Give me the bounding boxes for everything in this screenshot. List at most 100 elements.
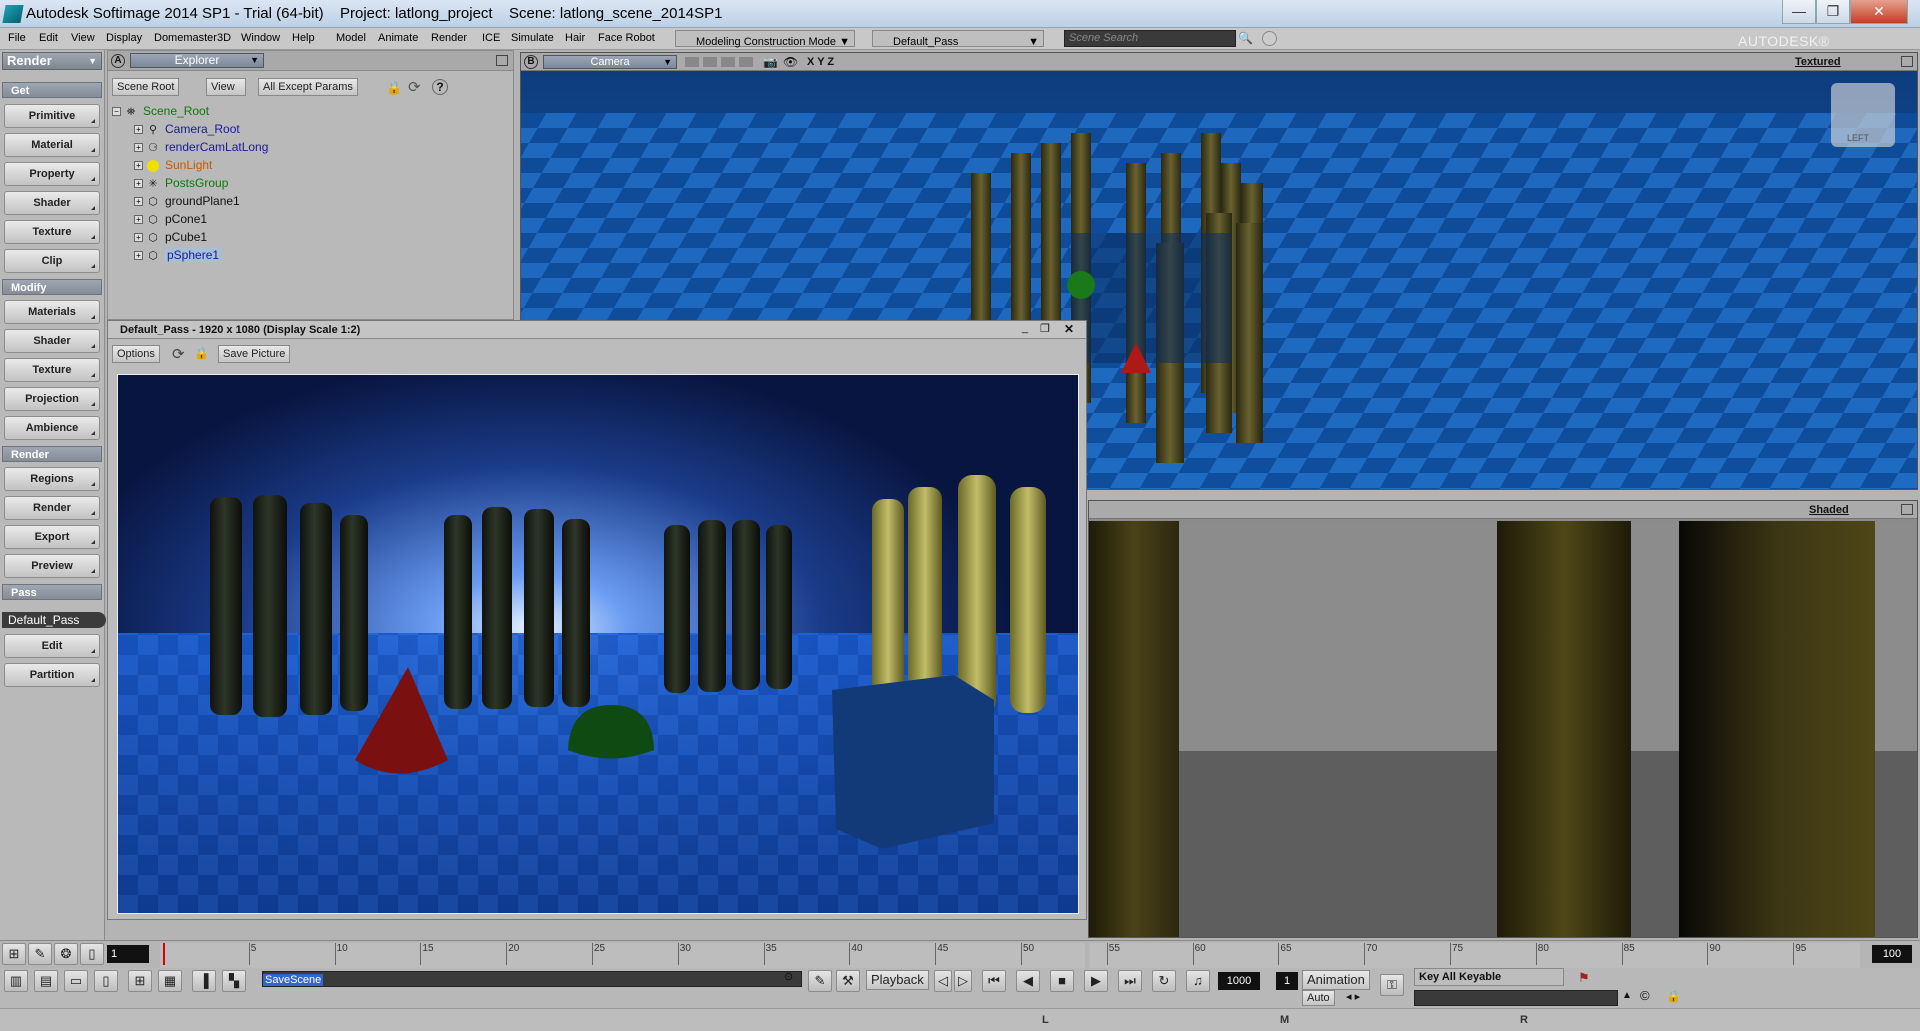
save-picture-button[interactable]: Save Picture: [218, 345, 291, 363]
options-button[interactable]: Options: [112, 345, 160, 363]
menu-model[interactable]: Model: [336, 32, 366, 44]
expand-icon[interactable]: +: [134, 161, 143, 171]
command-line-input[interactable]: SaveScene: [262, 971, 802, 987]
layout-7-icon[interactable]: ▐: [192, 970, 216, 992]
auto-key-button[interactable]: Auto: [1302, 990, 1335, 1006]
tree-item-psphere1[interactable]: + ⬡ pSphere1: [134, 247, 222, 264]
menu-help[interactable]: Help: [292, 32, 315, 44]
expand-icon[interactable]: +: [134, 143, 143, 153]
fps-field[interactable]: 1000: [1218, 972, 1260, 990]
lock-icon[interactable]: 🔒: [194, 346, 209, 360]
viewport-toolbar-icons[interactable]: [685, 57, 755, 67]
display-mode-textured[interactable]: Textured: [1795, 56, 1841, 68]
refresh-icon[interactable]: ⟳: [172, 345, 185, 363]
keying-set-field[interactable]: Key All Keyable: [1414, 968, 1564, 986]
expand-icon[interactable]: +: [134, 125, 143, 135]
axes-label[interactable]: X Y Z: [807, 56, 834, 68]
command-history-icon[interactable]: ⊙: [784, 970, 793, 983]
display-mode-shaded[interactable]: Shaded: [1809, 504, 1849, 516]
tree-item-groundplane1[interactable]: + ⬡ groundPlane1: [134, 193, 240, 210]
maximize-pane-icon[interactable]: [1901, 504, 1913, 515]
ambience-button[interactable]: Ambience: [4, 416, 100, 440]
explorer-view-button[interactable]: View: [206, 78, 246, 96]
paint-tool-icon[interactable]: ✎: [28, 943, 52, 965]
eye-icon[interactable]: 👁: [783, 55, 798, 69]
scope-dropdown[interactable]: Scene Root: [112, 78, 180, 96]
expand-icon[interactable]: +: [134, 233, 143, 243]
first-frame-icon[interactable]: ⏮: [982, 970, 1006, 992]
layout-8-icon[interactable]: ▚: [222, 970, 246, 992]
menu-face-robot[interactable]: Face Robot: [598, 32, 655, 44]
playhead[interactable]: [163, 943, 165, 965]
current-pass-field[interactable]: Default_Pass: [2, 612, 106, 628]
menu-window[interactable]: Window: [241, 32, 280, 44]
projection-button[interactable]: Projection: [4, 387, 100, 411]
clip-button[interactable]: Clip: [4, 249, 100, 273]
filter-dropdown[interactable]: All Except Params: [258, 78, 358, 96]
tree-item-postsgroup[interactable]: + ✳ PostsGroup: [134, 175, 228, 192]
maximize-button[interactable]: ❐: [1816, 0, 1850, 24]
close-button[interactable]: ✕: [1850, 0, 1908, 24]
regions-button[interactable]: Regions: [4, 467, 100, 491]
render-button[interactable]: Render: [4, 496, 100, 520]
menu-animate[interactable]: Animate: [378, 32, 418, 44]
layout-5-icon[interactable]: ⊞: [128, 970, 152, 992]
loop-icon[interactable]: ↻: [1152, 970, 1176, 992]
menu-ice[interactable]: ICE: [482, 32, 500, 44]
module-selector[interactable]: Render ▼: [2, 52, 102, 70]
modify-texture-button[interactable]: Texture: [4, 358, 100, 382]
maximize-pane-icon[interactable]: [496, 55, 508, 66]
stop-icon[interactable]: ■: [1050, 970, 1074, 992]
keying-icon[interactable]: ⚑: [1578, 970, 1590, 986]
expand-icon[interactable]: +: [134, 215, 143, 225]
menu-view[interactable]: View: [71, 32, 95, 44]
modify-shader-button[interactable]: Shader: [4, 329, 100, 353]
tree-item-pcube1[interactable]: + ⬡ pCube1: [134, 229, 207, 246]
shader-button[interactable]: Shader: [4, 191, 100, 215]
current-frame-field[interactable]: 1: [107, 945, 149, 963]
tree-item-scene-root[interactable]: − ⛯ Scene_Root: [112, 103, 209, 120]
chevron-up-icon[interactable]: ▲: [1622, 990, 1632, 1001]
primitive-button[interactable]: Primitive: [4, 104, 100, 128]
layout-3-icon[interactable]: ▭: [64, 970, 88, 992]
layout-6-icon[interactable]: ▦: [158, 970, 182, 992]
next-key-icon[interactable]: ▷: [954, 970, 972, 992]
layout-4-icon[interactable]: ▯: [94, 970, 118, 992]
layout-2-icon[interactable]: ▤: [34, 970, 58, 992]
viewport-letter-a[interactable]: A: [111, 54, 125, 68]
briefcase-icon[interactable]: ⚒: [836, 970, 860, 992]
menu-display[interactable]: Display: [106, 32, 142, 44]
menu-render[interactable]: Render: [431, 32, 467, 44]
lock-icon[interactable]: 🔒: [1666, 989, 1681, 1003]
menu-simulate[interactable]: Simulate: [511, 32, 554, 44]
tree-item-sunlight[interactable]: + SunLight: [134, 157, 212, 174]
script-icon[interactable]: ✎: [808, 970, 832, 992]
menu-domemaster3d[interactable]: Domemaster3D: [154, 32, 231, 44]
prev-key-icon[interactable]: ◁: [934, 970, 952, 992]
scene-search-input[interactable]: Scene Search: [1064, 30, 1236, 47]
viewport-letter-b[interactable]: B: [524, 55, 538, 69]
clear-search-icon[interactable]: [1262, 31, 1277, 46]
menu-file[interactable]: File: [8, 32, 26, 44]
preview-button[interactable]: Preview: [4, 554, 100, 578]
select-tool-icon[interactable]: ⊞: [2, 943, 26, 965]
layout-1-icon[interactable]: ▥: [4, 970, 28, 992]
minimize-icon[interactable]: _: [1022, 322, 1028, 334]
playback-menu[interactable]: Playback: [866, 970, 929, 990]
lock-icon[interactable]: 🔒: [386, 80, 402, 96]
frame-step-field[interactable]: 1: [1276, 972, 1298, 990]
expand-icon[interactable]: +: [134, 197, 143, 207]
texture-button[interactable]: Texture: [4, 220, 100, 244]
maximize-pane-icon[interactable]: [1901, 56, 1913, 67]
tree-item-pcone1[interactable]: + ⬡ pCone1: [134, 211, 207, 228]
close-icon[interactable]: ✕: [1064, 322, 1074, 336]
play-forward-icon[interactable]: ▶: [1084, 970, 1108, 992]
partition-button[interactable]: Partition: [4, 663, 100, 687]
pass-dropdown[interactable]: Default_Pass ▼: [872, 30, 1044, 48]
expand-icon[interactable]: +: [134, 179, 143, 189]
key-nav-arrows-icon[interactable]: ◂ ▸: [1346, 990, 1360, 1003]
collapse-icon[interactable]: −: [112, 107, 121, 117]
restore-icon[interactable]: ❐: [1040, 322, 1050, 335]
construction-mode-dropdown[interactable]: Modeling Construction Mode ▼: [675, 30, 855, 48]
expand-icon[interactable]: +: [134, 251, 143, 261]
